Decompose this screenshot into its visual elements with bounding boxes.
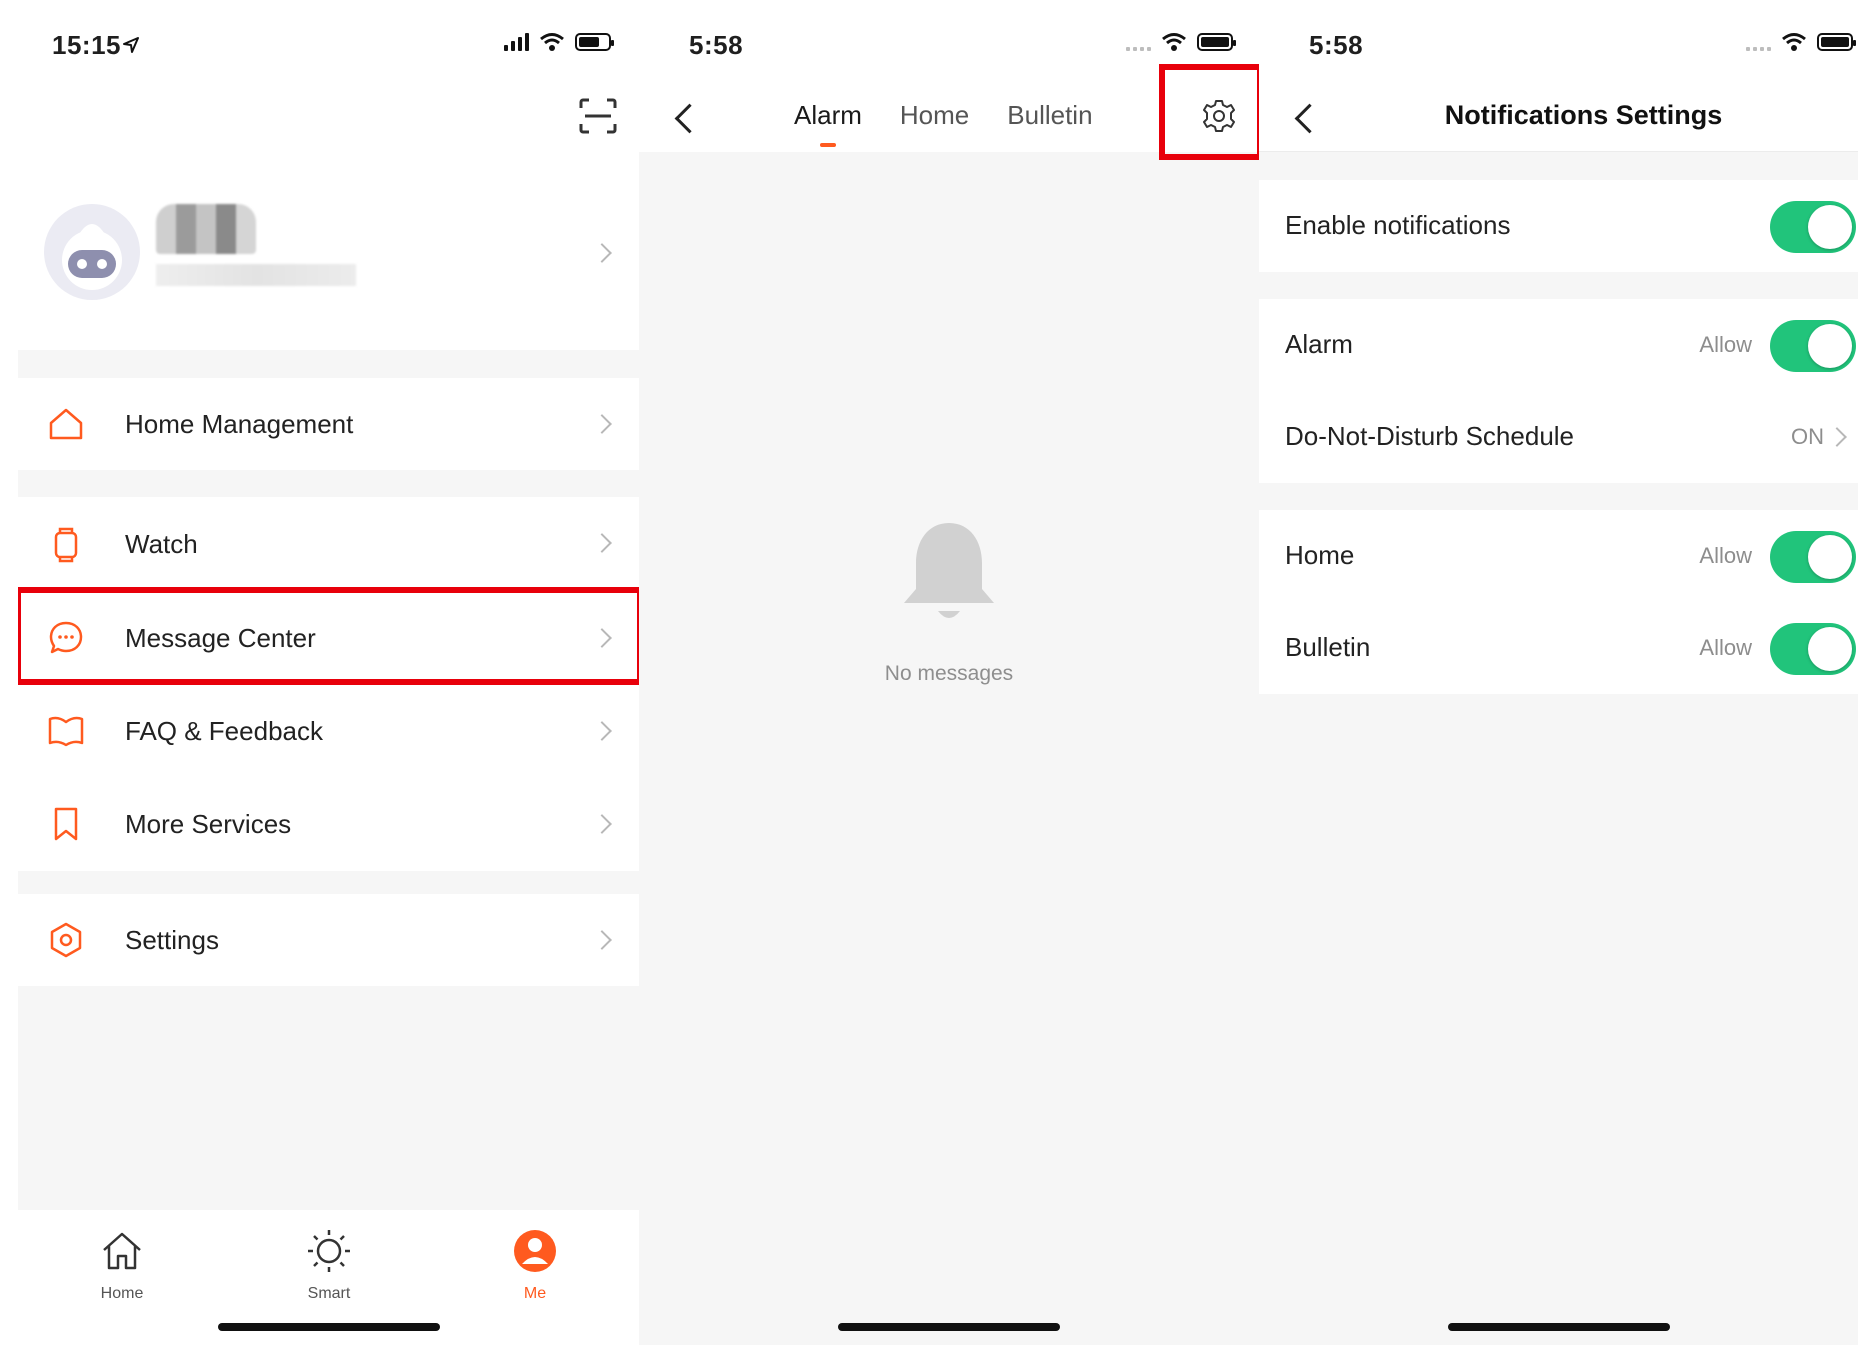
tab-home[interactable]: Home — [900, 100, 969, 131]
gear-icon[interactable] — [1201, 98, 1237, 134]
bulletin-toggle[interactable] — [1770, 623, 1856, 675]
setting-label: Alarm — [1285, 329, 1353, 359]
enable-notifications-toggle[interactable] — [1770, 201, 1856, 253]
home-icon — [49, 408, 83, 440]
chevron-right-icon — [592, 533, 612, 553]
menu-item-watch[interactable]: Watch — [18, 497, 639, 592]
status-icons — [504, 32, 614, 52]
settings-group-categories: Home Allow Bulletin Allow — [1259, 510, 1858, 694]
chevron-right-icon — [592, 930, 612, 950]
robot-avatar-icon — [62, 224, 122, 290]
tab-me[interactable]: Me — [475, 1228, 595, 1303]
profile-card[interactable] — [18, 180, 639, 330]
status-icons — [1126, 32, 1236, 52]
nav-bar: Notifications Settings — [1259, 86, 1858, 152]
wifi-icon — [540, 33, 564, 51]
home-indicator — [838, 1323, 1060, 1331]
home-toggle[interactable] — [1770, 531, 1856, 583]
setting-value: Allow — [1699, 635, 1752, 660]
sun-icon — [308, 1230, 350, 1272]
chevron-right-icon — [1827, 427, 1847, 447]
menu-item-faq-feedback[interactable]: FAQ & Feedback — [18, 685, 639, 778]
empty-state: No messages — [639, 515, 1259, 686]
chevron-right-icon — [592, 414, 612, 434]
setting-label: Home — [1285, 540, 1355, 570]
notifications-settings-screen: 5:58 Notifications Settings Enable notif… — [1259, 0, 1858, 1345]
setting-dnd-schedule[interactable]: Do-Not-Disturb Schedule ON — [1259, 391, 1858, 483]
menu-item-label: Settings — [125, 924, 219, 955]
menu-item-more-services[interactable]: More Services — [18, 778, 639, 871]
setting-value: Allow — [1699, 543, 1752, 568]
tab-label: Home — [100, 1285, 144, 1302]
book-icon — [48, 716, 84, 747]
tab-bulletin[interactable]: Bulletin — [1007, 100, 1092, 131]
tab-label: Smart — [307, 1285, 351, 1302]
status-bar: 15:15 — [18, 0, 639, 86]
tab-alarm[interactable]: Alarm — [794, 100, 862, 131]
back-button[interactable] — [667, 98, 707, 138]
tab-label: Me — [523, 1285, 547, 1302]
location-icon — [123, 37, 139, 53]
setting-label: Do-Not-Disturb Schedule — [1285, 421, 1575, 451]
empty-message: No messages — [884, 662, 1014, 685]
status-time: 5:58 — [1309, 30, 1364, 60]
battery-icon — [1197, 33, 1236, 51]
chevron-right-icon — [592, 814, 612, 834]
scan-icon[interactable] — [579, 98, 617, 134]
menu-item-home-management[interactable]: Home Management — [18, 378, 639, 470]
bookmark-icon — [54, 807, 78, 841]
bottom-tab-bar: Home Smart Me — [18, 1210, 639, 1345]
home-indicator — [1447, 1323, 1670, 1331]
chevron-right-icon — [592, 243, 612, 263]
user-icon — [514, 1230, 556, 1272]
status-time: 5:58 — [689, 30, 744, 60]
setting-label: Enable notifications — [1285, 210, 1511, 240]
setting-enable-notifications: Enable notifications — [1259, 180, 1858, 272]
settings-group-alarm: Alarm Allow Do-Not-Disturb Schedule ON — [1259, 299, 1858, 483]
home-tab-icon — [103, 1232, 141, 1270]
wifi-icon — [1782, 33, 1806, 51]
battery-icon — [575, 33, 614, 51]
settings-group-enable: Enable notifications — [1259, 180, 1858, 272]
menu-item-label: Watch — [125, 529, 198, 559]
cellular-icon — [1746, 33, 1771, 51]
alarm-toggle[interactable] — [1770, 320, 1856, 372]
chevron-right-icon — [592, 721, 612, 741]
setting-value: ON — [1791, 424, 1824, 449]
menu-item-label: Home Management — [125, 408, 354, 439]
cellular-icon — [504, 33, 529, 51]
tab-home[interactable]: Home — [62, 1228, 182, 1303]
status-icons — [1746, 32, 1856, 52]
cellular-icon — [1126, 33, 1151, 51]
avatar — [44, 204, 140, 300]
me-screen: 15:15 Home Management Watch Message Cent… — [18, 0, 639, 1345]
watch-icon — [54, 527, 78, 563]
menu-item-settings[interactable]: Settings — [18, 894, 639, 986]
status-time: 15:15 — [52, 30, 121, 60]
tab-smart[interactable]: Smart — [269, 1228, 389, 1303]
message-center-screen: 5:58 Alarm Home Bulletin No messages — [639, 0, 1259, 1345]
setting-value: Allow — [1699, 332, 1752, 357]
menu-item-label: More Services — [125, 809, 292, 839]
settings-hexagon-icon — [50, 922, 82, 958]
setting-label: Bulletin — [1285, 632, 1371, 662]
home-indicator — [217, 1323, 440, 1331]
menu-group-settings: Settings — [18, 894, 639, 986]
setting-home: Home Allow — [1259, 510, 1858, 602]
setting-alarm: Alarm Allow — [1259, 299, 1858, 391]
account-blurred — [156, 264, 356, 286]
status-bar: 5:58 — [1259, 0, 1858, 86]
setting-bulletin: Bulletin Allow — [1259, 602, 1858, 694]
highlight-box-message-center — [18, 587, 639, 685]
nav-bar: Alarm Home Bulletin — [639, 64, 1259, 160]
wifi-icon — [1162, 33, 1186, 51]
username-blurred — [156, 204, 256, 254]
message-tabs: Alarm Home Bulletin — [794, 100, 1093, 131]
menu-item-label: FAQ & Feedback — [125, 716, 323, 746]
menu-group-home: Home Management — [18, 378, 639, 470]
battery-icon — [1817, 33, 1856, 51]
page-title: Notifications Settings — [1444, 100, 1723, 130]
bell-icon — [904, 523, 994, 618]
